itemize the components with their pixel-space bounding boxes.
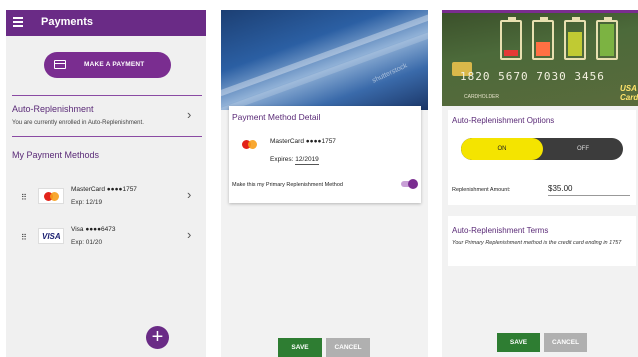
panel-title: Payment Method Detail	[232, 112, 321, 122]
chevron-right-icon: ›	[187, 227, 192, 242]
card-masked-number: Visa ●●●●6473	[71, 226, 116, 233]
make-payment-button[interactable]: MAKE A PAYMENT	[44, 52, 171, 78]
mastercard-logo	[237, 137, 261, 153]
expires-row: Expires: 12/2019	[270, 156, 319, 165]
hero-card-image: 1820 5670 7030 3456 USA Card CARDHOLDER	[442, 10, 638, 106]
replenishment-amount-input[interactable]: $35.00	[548, 184, 630, 196]
primary-method-toggle[interactable]	[401, 179, 418, 189]
divider	[12, 95, 202, 96]
card-masked-number: MasterCard ●●●●1757	[71, 186, 137, 193]
card-masked-number: MasterCard ●●●●1757	[270, 138, 336, 145]
cancel-button[interactable]: CANCEL	[326, 338, 370, 357]
payment-method-row[interactable]: ⠿ VISA Visa ●●●●6473 Exp: 01/20 ›	[6, 223, 206, 253]
payment-method-detail-panel: Payment Method Detail MasterCard ●●●●175…	[229, 106, 421, 203]
chevron-right-icon: ›	[187, 187, 192, 202]
payments-screen: Payments MAKE A PAYMENT Auto-Replenishme…	[6, 10, 206, 357]
payment-method-row[interactable]: ⠿ MasterCard ●●●●1757 Exp: 12/19 ›	[6, 183, 206, 213]
credit-card-icon	[54, 60, 66, 69]
cancel-button[interactable]: CANCEL	[544, 333, 587, 352]
page-title: Payments	[41, 16, 93, 28]
card-expiry: Exp: 12/19	[71, 199, 103, 206]
card-expiry: Exp: 01/20	[71, 239, 103, 246]
watermark: shutterstock	[371, 62, 409, 85]
panel-title: Auto-Replenishment Options	[452, 116, 555, 125]
chevron-right-icon: ›	[187, 107, 192, 122]
drag-handle-icon[interactable]: ⠿	[21, 233, 27, 242]
auto-replenishment-terms-panel: Auto-Replenishment Terms Your Primary Re…	[448, 216, 636, 266]
panel-title: Auto-Replenishment Terms	[452, 226, 549, 235]
save-button[interactable]: SAVE	[497, 333, 540, 352]
off-option[interactable]: OFF	[543, 138, 623, 160]
auto-replenishment-subtitle: You are currently enrolled in Auto-Reple…	[12, 120, 144, 126]
drag-handle-icon[interactable]: ⠿	[21, 193, 27, 202]
mastercard-logo	[38, 188, 64, 204]
payment-detail-screen: shutterstock Payment Method Detail Maste…	[221, 10, 428, 357]
app-bar: Payments	[6, 10, 206, 36]
expires-label: Expires:	[270, 156, 294, 163]
hero-card-image: shutterstock	[221, 10, 428, 110]
hamburger-menu-icon[interactable]	[13, 17, 23, 27]
card-digits: 1820 5670 7030 3456	[460, 70, 605, 83]
on-off-switch[interactable]: ON OFF	[461, 138, 623, 160]
visa-logo: VISA	[38, 228, 64, 244]
payment-methods-title: My Payment Methods	[12, 150, 100, 160]
auto-replenishment-screen: 1820 5670 7030 3456 USA Card CARDHOLDER …	[442, 10, 638, 357]
terms-text: Your Primary Replenishment method is the…	[452, 240, 622, 246]
primary-method-label: Make this my Primary Replenishment Metho…	[232, 182, 343, 188]
replenishment-amount-label: Replenishment Amount:	[452, 187, 511, 193]
auto-replenishment-title: Auto-Replenishment	[12, 104, 94, 114]
auto-replenishment-options-panel: Auto-Replenishment Options ON OFF Replen…	[448, 110, 636, 205]
make-payment-label: MAKE A PAYMENT	[84, 61, 145, 68]
expires-field[interactable]: 12/2019	[295, 156, 319, 165]
usa-card-logo: USA Card	[620, 84, 638, 102]
on-option[interactable]: ON	[461, 138, 543, 160]
save-button[interactable]: SAVE	[278, 338, 322, 357]
card-holder: CARDHOLDER	[464, 94, 500, 100]
divider	[12, 136, 202, 137]
add-payment-fab[interactable]: +	[146, 326, 169, 349]
